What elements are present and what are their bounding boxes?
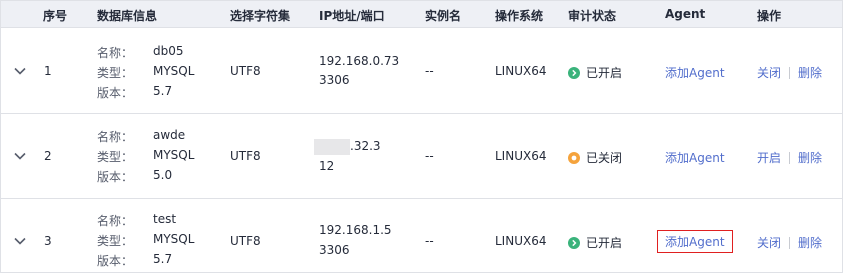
charset: UTF8: [230, 234, 261, 248]
header-db-info: 数据库信息: [97, 9, 158, 23]
os: LINUX64: [495, 64, 547, 78]
header-index: 序号: [43, 9, 68, 23]
table-row: 1 名称： db05 类型： MYSQL 版本： 5.7 UTF8 192.16…: [1, 29, 842, 114]
type-label: 类型：: [97, 66, 134, 80]
audit-status-text: 已开启: [586, 66, 623, 80]
header-ip-port: IP地址/端口: [319, 9, 385, 23]
disable-audit-link[interactable]: 关闭: [757, 234, 781, 251]
chevron-down-icon[interactable]: [13, 149, 27, 163]
header-operations: 操作: [757, 9, 782, 23]
version-label: 版本：: [97, 254, 134, 268]
name-label: 名称：: [97, 214, 134, 228]
ip-address: .32.3: [350, 139, 381, 153]
db-type: MYSQL: [153, 64, 195, 78]
row-index: 2: [44, 149, 52, 163]
db-name: test: [153, 212, 177, 226]
db-version: 5.7: [153, 252, 173, 266]
port: 3306: [319, 73, 350, 87]
divider: [789, 66, 791, 79]
table-header: 序号 数据库信息 选择字符集 IP地址/端口 实例名 操作系统 审计状态 Age…: [1, 1, 842, 28]
db-name: awde: [153, 128, 186, 142]
db-name: db05: [153, 44, 184, 58]
chevron-down-icon[interactable]: [13, 234, 27, 248]
os: LINUX64: [495, 149, 547, 163]
audit-status: 已开启: [568, 234, 622, 251]
version-label: 版本：: [97, 86, 134, 100]
db-type: MYSQL: [153, 232, 195, 246]
header-charset: 选择字符集: [230, 9, 291, 23]
db-type: MYSQL: [153, 148, 195, 162]
check-circle-icon: [568, 66, 580, 79]
row-index: 1: [44, 64, 52, 78]
enable-audit-link[interactable]: 开启: [757, 149, 781, 166]
check-circle-icon: [568, 236, 580, 249]
table-row: 2 名称： awde 类型： MYSQL 版本： 5.0 UTF8 .32.3 …: [1, 114, 842, 199]
header-audit-status: 审计状态: [568, 9, 617, 23]
disable-audit-link[interactable]: 关闭: [757, 64, 781, 81]
row-operations: 关闭 删除: [757, 64, 822, 81]
row-operations: 关闭 删除: [757, 234, 822, 251]
row-index: 3: [44, 234, 52, 248]
delete-link[interactable]: 删除: [798, 64, 822, 81]
delete-link[interactable]: 删除: [798, 149, 822, 166]
divider: [789, 236, 791, 249]
audit-status: 已开启: [568, 64, 622, 81]
ip-address: 192.168.1.5: [319, 223, 392, 237]
add-agent-link[interactable]: 添加Agent: [665, 64, 725, 81]
database-table: 序号 数据库信息 选择字符集 IP地址/端口 实例名 操作系统 审计状态 Age…: [0, 0, 843, 273]
name-label: 名称：: [97, 46, 134, 60]
port: 12: [319, 159, 335, 173]
type-label: 类型：: [97, 234, 134, 248]
os: LINUX64: [495, 234, 547, 248]
name-label: 名称：: [97, 130, 134, 144]
divider: [789, 151, 791, 164]
add-agent-link[interactable]: 添加Agent: [665, 149, 725, 166]
type-label: 类型：: [97, 150, 134, 164]
instance-name: --: [425, 234, 434, 248]
instance-name: --: [425, 149, 434, 163]
table-row: 3 名称： test 类型： MYSQL 版本： 5.7 UTF8 192.16…: [1, 199, 842, 273]
charset: UTF8: [230, 64, 261, 78]
header-os: 操作系统: [495, 9, 544, 23]
audit-status: 已关闭: [568, 149, 622, 166]
audit-status-text: 已关闭: [586, 151, 623, 165]
version-label: 版本：: [97, 170, 134, 184]
instance-name: --: [425, 64, 434, 78]
charset: UTF8: [230, 149, 261, 163]
db-version: 5.0: [153, 168, 173, 182]
delete-link[interactable]: 删除: [798, 234, 822, 251]
ip-address: 192.168.0.73: [319, 54, 400, 68]
header-agent: Agent: [665, 7, 706, 21]
minus-circle-icon: [568, 151, 580, 164]
add-agent-link[interactable]: 添加Agent: [657, 230, 733, 253]
row-operations: 开启 删除: [757, 149, 822, 166]
db-version: 5.7: [153, 84, 173, 98]
port: 3306: [319, 243, 350, 257]
chevron-down-icon[interactable]: [13, 64, 27, 78]
header-instance: 实例名: [425, 9, 462, 23]
redacted-ip-block: [314, 139, 350, 155]
audit-status-text: 已开启: [586, 236, 623, 250]
